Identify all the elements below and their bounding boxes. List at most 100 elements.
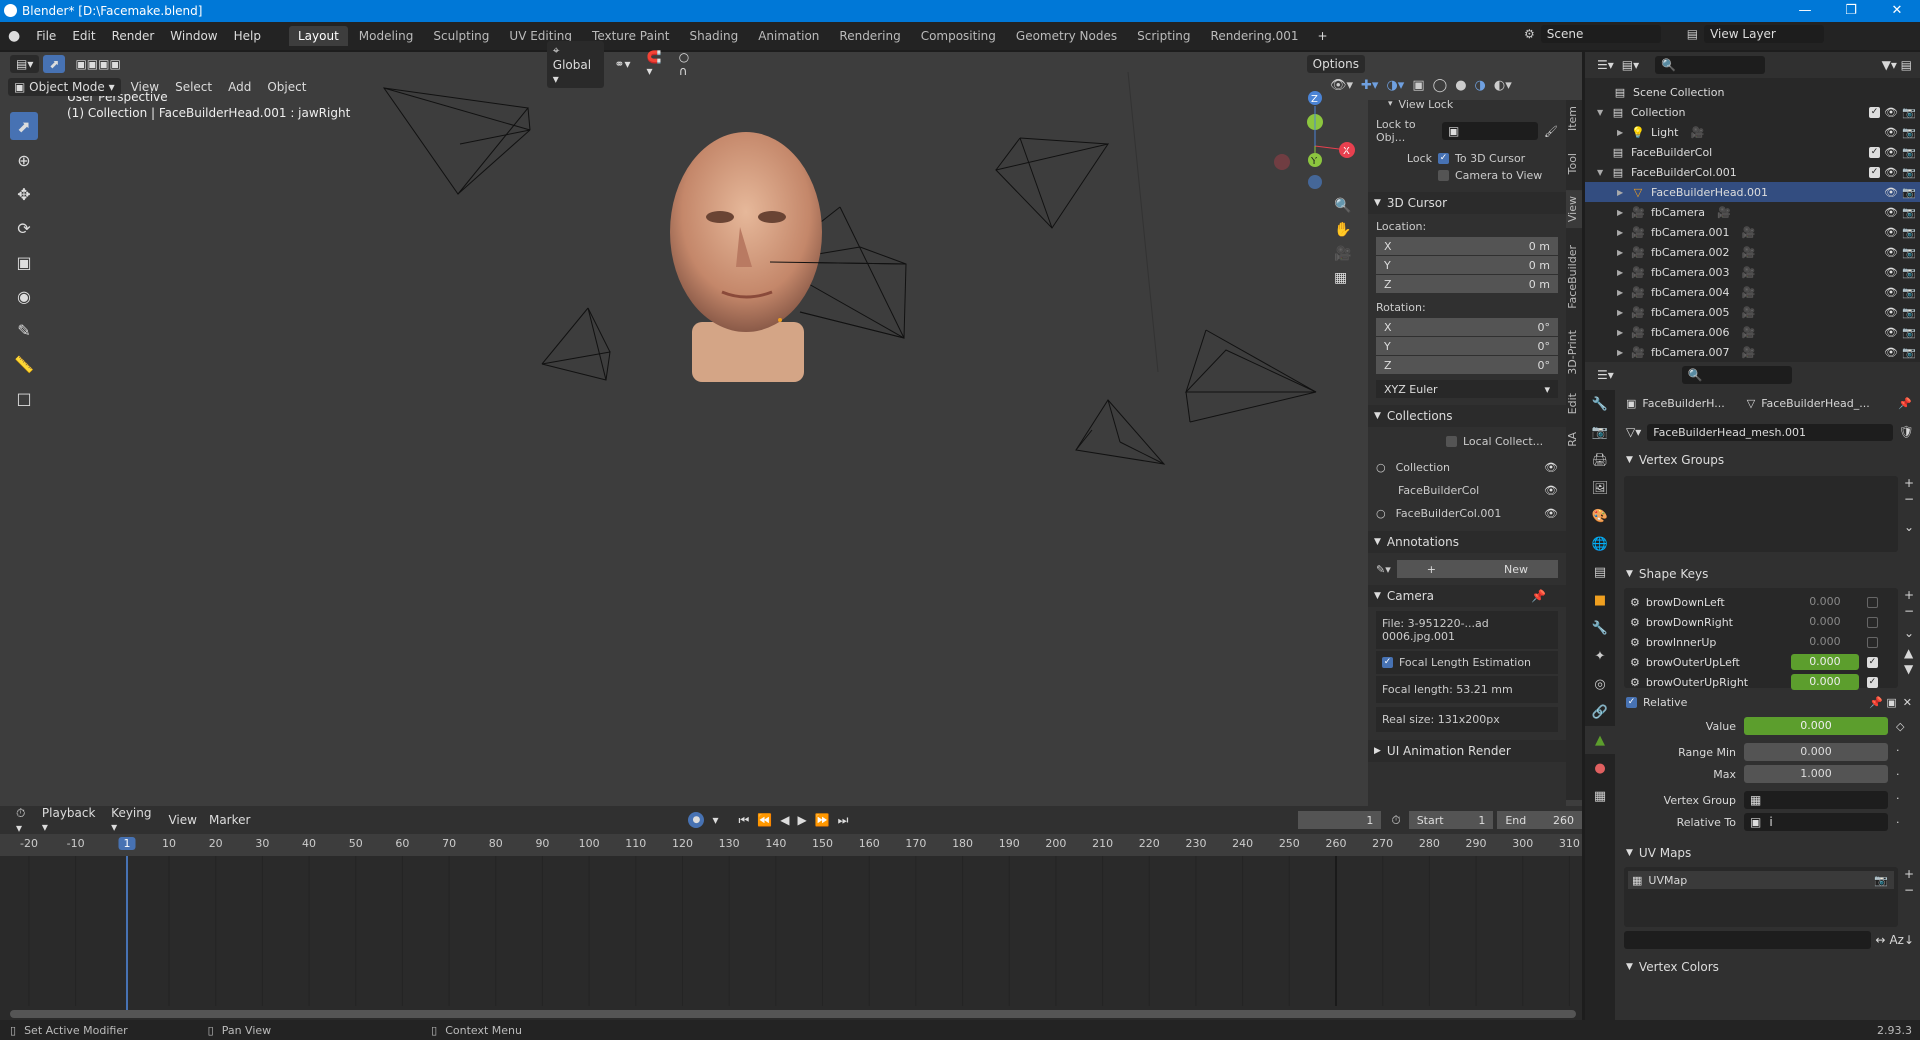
prev-keyframe-icon[interactable]: ⏪ — [757, 813, 772, 827]
eye-icon[interactable]: 👁 — [1884, 326, 1898, 339]
camera-icon[interactable]: 📷 — [1874, 874, 1888, 887]
keyframe-icon[interactable]: ◇ — [1896, 720, 1912, 733]
to-3d-cursor-checkbox[interactable]: ✓ — [1438, 153, 1449, 164]
move-icon[interactable]: ✥ — [10, 180, 38, 208]
mesh-name-field[interactable]: FaceBuilderHead_mesh.001 — [1647, 423, 1893, 441]
exclude-checkbox[interactable]: ✓ — [1869, 146, 1880, 158]
vertex-groups-list[interactable] — [1624, 476, 1898, 552]
menu-window[interactable]: Window — [162, 29, 225, 43]
outliner-row[interactable]: ▼ ▤ Collection ✓ 👁 📷 — [1585, 102, 1920, 122]
menu-file[interactable]: File — [28, 29, 64, 43]
shape-key-value[interactable]: 0.000 — [1791, 614, 1859, 630]
menu-object[interactable]: Object — [261, 78, 312, 96]
cursor-icon[interactable]: ⊕ — [10, 146, 38, 174]
collection-row[interactable]: ○ FaceBuilderCol.001 👁 — [1368, 502, 1566, 525]
camera-view-icon[interactable]: 🎥 — [1334, 246, 1351, 262]
local-collection-checkbox[interactable] — [1446, 436, 1457, 447]
shape-key-row[interactable]: ⚙ browOuterUpRight 0.000 ✓ — [1624, 672, 1898, 692]
clock-icon[interactable]: ⏱ — [1391, 813, 1400, 828]
eyedropper-icon[interactable]: 🖌 — [1544, 125, 1558, 138]
timeline-ruler[interactable]: -20 -10 1 10 20 30 40 50 60 70 80 90 100 110 120 130 140… — [0, 834, 1582, 856]
tab-shading[interactable]: Shading — [680, 26, 747, 46]
outliner-row[interactable]: ▤ FaceBuilderCol ✓ 👁 📷 — [1585, 142, 1920, 162]
jump-end-icon[interactable]: ⏭ — [838, 813, 849, 828]
expand-right-icon[interactable]: ▶ — [1617, 308, 1631, 317]
render-tab-icon[interactable]: 📷 — [1585, 418, 1615, 446]
eye-icon[interactable]: 👁 — [1884, 106, 1898, 119]
tab-ra[interactable]: RA — [1566, 426, 1582, 453]
3d-viewport[interactable]: X Z Y ⬈ ⊕ ✥ ⟳ ▣ ◉ ✎ 📏 □ User Perspective… — [0, 52, 1582, 806]
tab-tool[interactable]: Tool — [1566, 147, 1582, 180]
section-3d-cursor[interactable]: ▼ 3D Cursor — [1368, 192, 1566, 214]
shape-key-mute-checkbox[interactable]: ✓ — [1866, 676, 1878, 688]
eye-icon[interactable]: 👁 — [1884, 266, 1898, 279]
cursor-loc-y[interactable]: Y0 m — [1376, 256, 1558, 274]
expand-right-icon[interactable]: ▶ — [1617, 268, 1631, 277]
shape-key-value[interactable]: 0.000 — [1791, 634, 1859, 650]
cursor-loc-x[interactable]: X0 m — [1376, 237, 1558, 255]
camera-to-view-checkbox[interactable] — [1438, 170, 1449, 181]
outliner-row[interactable]: ▶ 🎥 fbCamera.003 🎥 👁 📷 — [1585, 262, 1920, 282]
expand-right-icon[interactable]: ▶ — [1617, 348, 1631, 357]
eye-icon[interactable]: 👁 — [1884, 226, 1898, 239]
render-camera-icon[interactable]: 📷 — [1902, 106, 1916, 119]
section-collections[interactable]: ▼ Collections — [1368, 405, 1566, 427]
proportional-icon[interactable]: ○ ∩ — [673, 48, 703, 80]
eye-icon[interactable]: 👁 — [1544, 484, 1558, 497]
tab-edit[interactable]: Edit — [1566, 387, 1582, 420]
record-options-icon[interactable]: ▾ — [712, 813, 718, 827]
add-cube-icon[interactable]: □ — [10, 384, 38, 412]
expand-right-icon[interactable]: ▶ — [1617, 248, 1631, 257]
xray-icon[interactable]: ▣ — [1412, 78, 1424, 93]
selection-modes-icon[interactable]: ▣▣▣▣ — [69, 55, 126, 73]
view-layer-icon[interactable]: ▤ — [1687, 27, 1698, 41]
scene-tab-icon[interactable]: 🎨 — [1585, 502, 1615, 530]
tab-geometry-nodes[interactable]: Geometry Nodes — [1007, 26, 1126, 46]
minimize-icon[interactable]: — — [1782, 0, 1828, 22]
eye-icon[interactable]: 👁 — [1884, 126, 1898, 139]
close-icon[interactable]: ✕ — [1874, 0, 1920, 22]
move-down-icon[interactable]: ▼ — [1904, 662, 1914, 676]
expand-down-icon[interactable]: ▼ — [1597, 108, 1611, 117]
display-mode-icon[interactable]: ▤▾ — [1622, 58, 1639, 72]
overlay-toggle-icon[interactable]: ◑▾ — [1386, 78, 1404, 93]
outliner-row[interactable]: ▶ 💡 Light 🎥 👁 📷 — [1585, 122, 1920, 142]
render-camera-icon[interactable]: 📷 — [1902, 306, 1916, 319]
expand-right-icon[interactable]: ▶ — [1617, 328, 1631, 337]
render-camera-icon[interactable]: 📷 — [1902, 146, 1916, 159]
tab-modeling[interactable]: Modeling — [350, 26, 423, 46]
tab-scripting[interactable]: Scripting — [1128, 26, 1199, 46]
collection-tab-icon[interactable]: ▤ — [1585, 558, 1615, 586]
render-camera-icon[interactable]: 📷 — [1902, 166, 1916, 179]
move-up-icon[interactable]: ▲ — [1904, 646, 1914, 660]
next-keyframe-icon[interactable]: ⏩ — [815, 813, 830, 827]
rotation-mode-dropdown[interactable]: XYZ Euler ▾ — [1376, 380, 1558, 398]
eye-icon[interactable]: 👁 — [1884, 166, 1898, 179]
current-frame-field[interactable]: 1 — [1298, 811, 1382, 829]
filter-icon[interactable]: ▼▾ ▤ — [1882, 58, 1912, 72]
outliner-row[interactable]: ▶ 🎥 fbCamera.007 🎥 👁 📷 — [1585, 342, 1920, 362]
annotate-icon[interactable]: ✎ — [10, 316, 38, 344]
render-camera-icon[interactable]: 📷 — [1902, 346, 1916, 359]
render-camera-icon[interactable]: 📷 — [1902, 206, 1916, 219]
pan-hand-icon[interactable]: ✋ — [1334, 222, 1351, 238]
shape-key-row[interactable]: ⚙ browDownRight 0.000 — [1624, 612, 1898, 632]
eye-icon[interactable]: 👁 — [1544, 461, 1558, 474]
modifier-tab-icon[interactable]: 🔧 — [1585, 614, 1615, 642]
properties-editor-icon[interactable]: ☰▾ — [1597, 368, 1614, 382]
menu-view[interactable]: View — [125, 78, 165, 96]
render-camera-icon[interactable]: 📷 — [1902, 126, 1916, 139]
timeline-scrollbar[interactable] — [10, 1010, 1576, 1018]
eye-icon[interactable]: 👁 — [1884, 286, 1898, 299]
cursor-loc-z[interactable]: Z0 m — [1376, 275, 1558, 293]
jump-start-icon[interactable]: ⏮ — [738, 813, 749, 828]
eye-icon[interactable]: 👁 — [1884, 346, 1898, 359]
eye-icon[interactable]: 👁 — [1544, 507, 1558, 520]
fake-user-icon[interactable]: 🛡 — [1899, 425, 1914, 439]
shape-key-mute-checkbox[interactable] — [1866, 596, 1878, 608]
tab-compositing[interactable]: Compositing — [912, 26, 1005, 46]
outliner-row[interactable]: ▶ 🎥 fbCamera.004 🎥 👁 📷 — [1585, 282, 1920, 302]
add-icon[interactable]: + — [1904, 867, 1914, 881]
select-mode-icon[interactable]: ⬈ — [43, 55, 66, 73]
section-shape-keys[interactable]: ▼ Shape Keys — [1618, 562, 1920, 586]
